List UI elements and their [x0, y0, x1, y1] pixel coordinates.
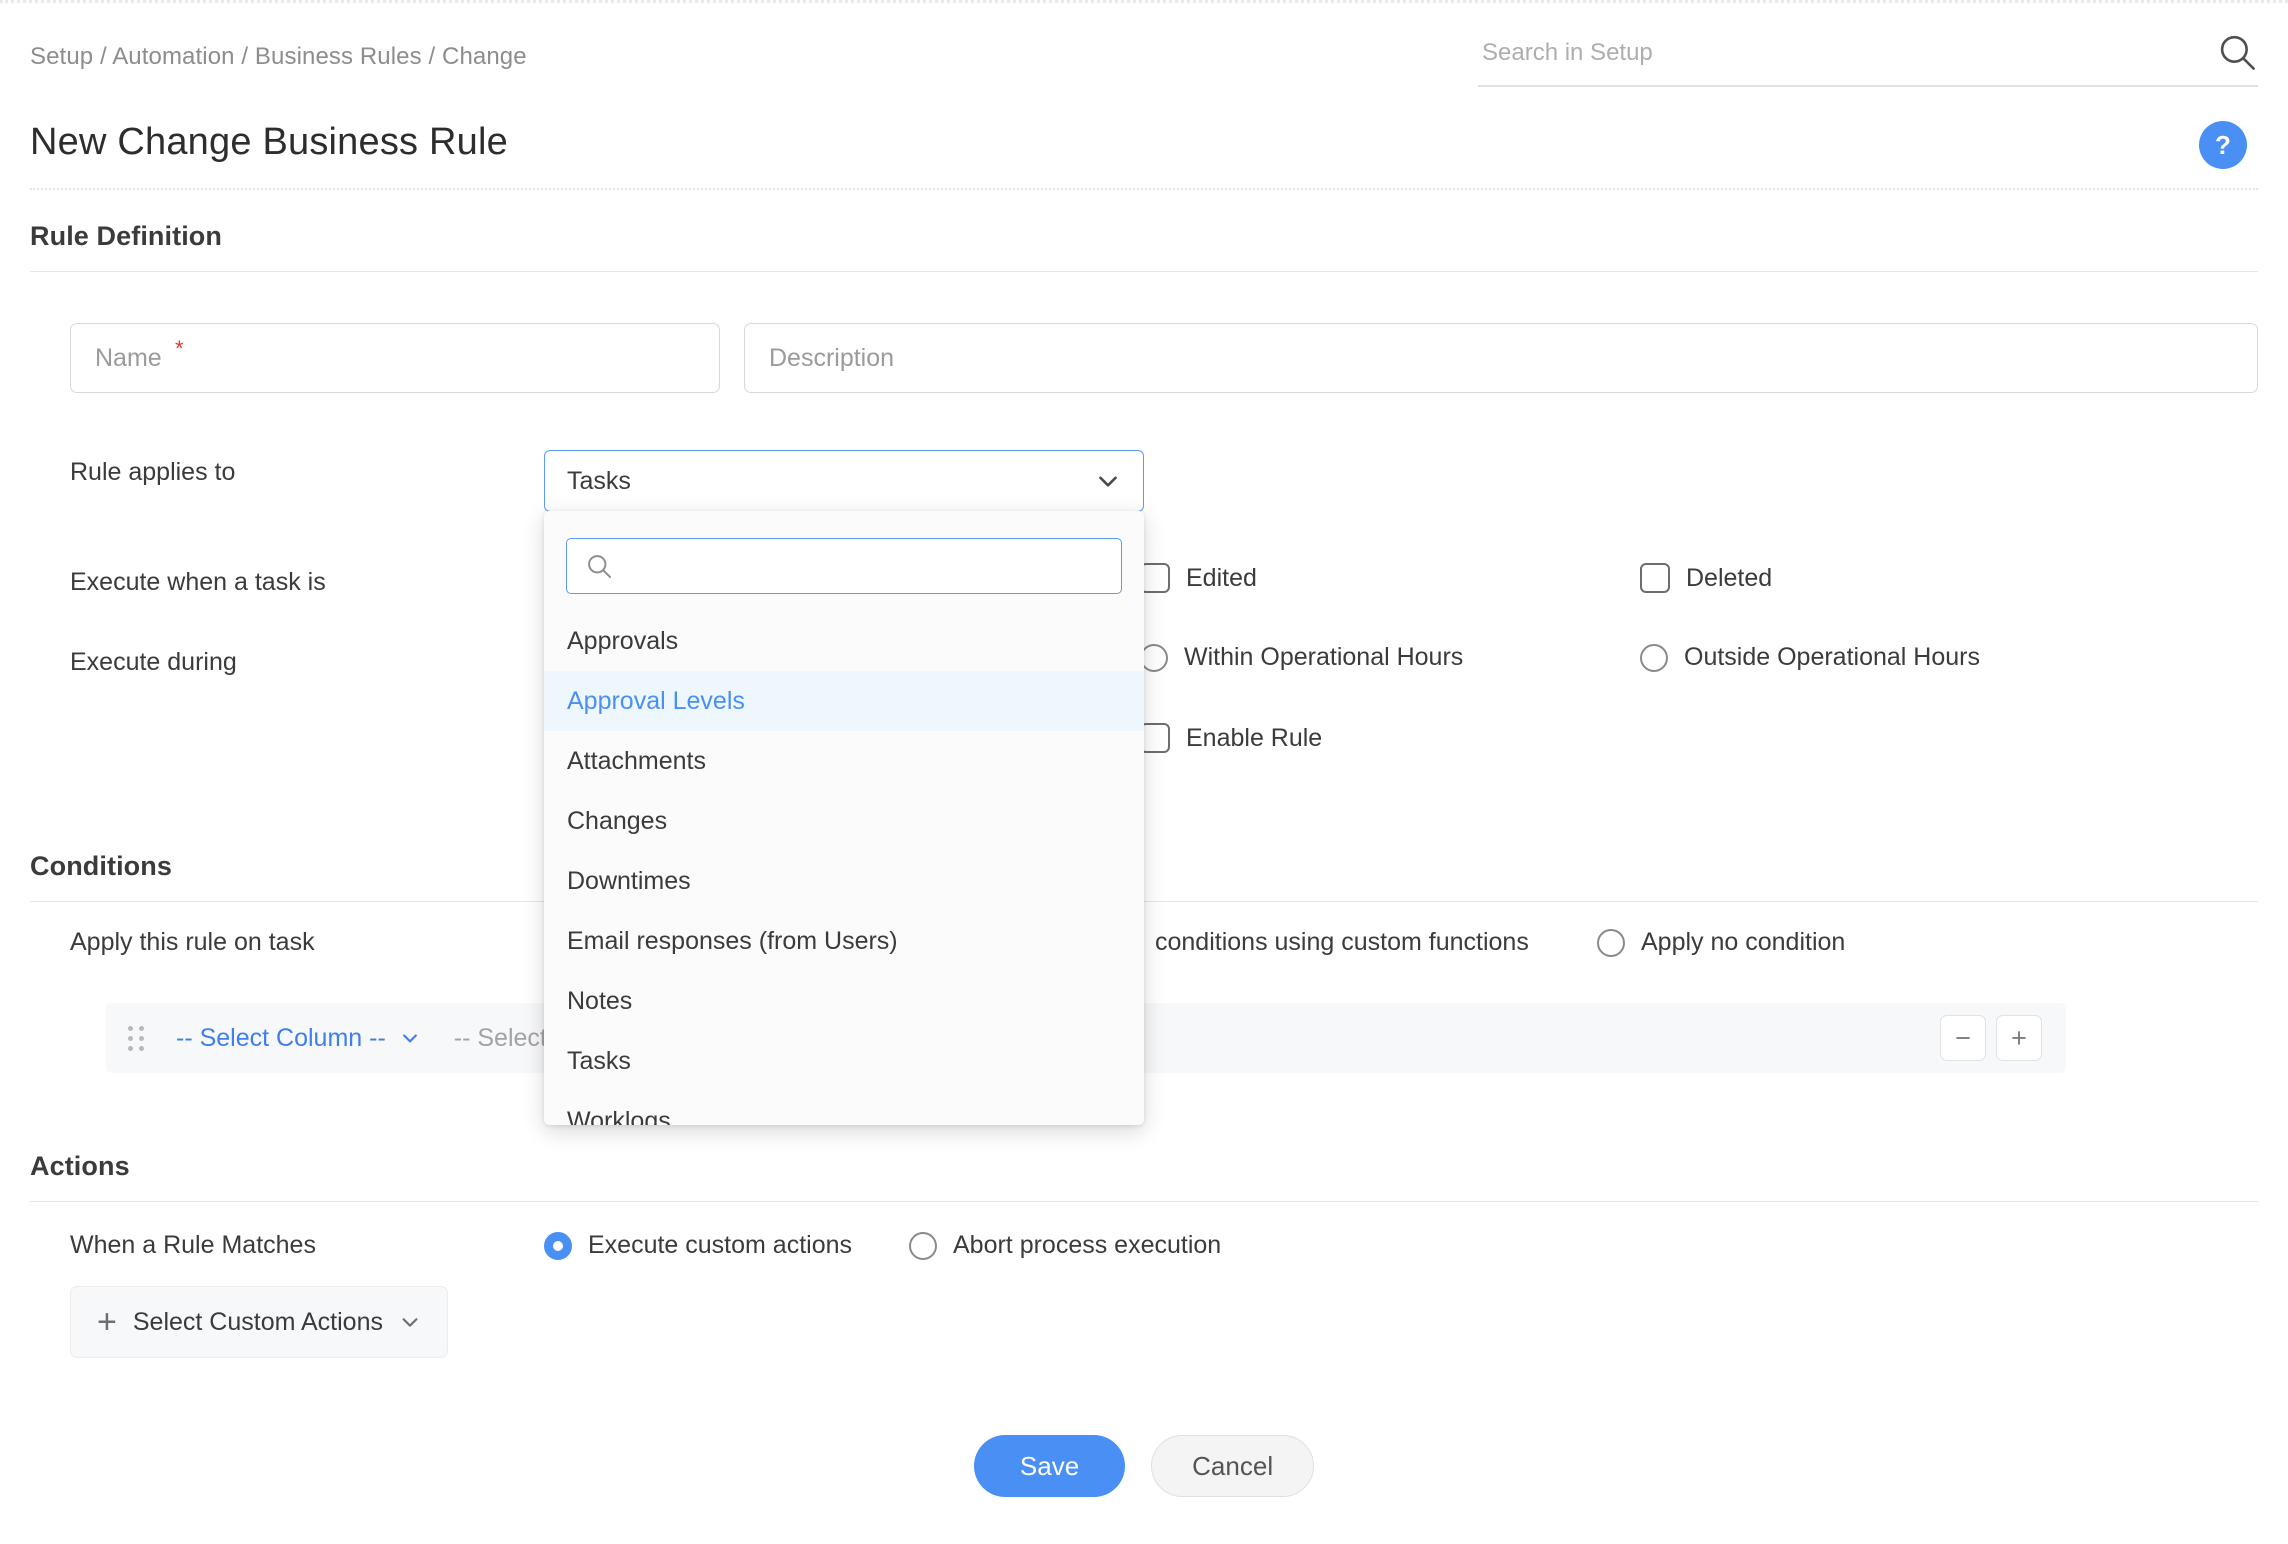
- rule-applies-to-value: Tasks: [567, 467, 1095, 496]
- dropdown-option[interactable]: Approval Levels: [544, 671, 1144, 731]
- radio-apply-no-condition[interactable]: Apply no condition: [1597, 928, 1845, 957]
- rule-applies-to-dropdown-panel: Approvals Approval Levels Attachments Chang…: [544, 511, 1144, 1125]
- apply-rule-on-task-label: Apply this rule on task: [70, 928, 315, 957]
- dropdown-option-label: Attachments: [567, 747, 706, 776]
- section-title-actions: Actions: [30, 1151, 130, 1182]
- drag-handle-icon[interactable]: [128, 1026, 148, 1051]
- checkbox-enable-rule-box[interactable]: [1140, 723, 1170, 753]
- description-field[interactable]: [744, 323, 2258, 393]
- chevron-down-icon: [1095, 468, 1121, 494]
- radio-execute-custom-actions-circle[interactable]: [544, 1232, 572, 1260]
- search-icon: [585, 552, 613, 580]
- rule-definition-divider: [30, 271, 2258, 272]
- checkbox-enable-rule-label: Enable Rule: [1186, 724, 1322, 753]
- dropdown-option-label: Tasks: [567, 1047, 631, 1076]
- section-title-rule-definition: Rule Definition: [30, 221, 222, 252]
- checkbox-deleted-label: Deleted: [1686, 564, 1772, 593]
- plus-icon: +: [97, 1305, 117, 1339]
- checkbox-edited[interactable]: Edited: [1140, 563, 1257, 593]
- section-title-conditions: Conditions: [30, 851, 172, 882]
- dropdown-option[interactable]: Notes: [544, 971, 1144, 1031]
- checkbox-deleted[interactable]: Deleted: [1640, 563, 1772, 593]
- rule-applies-to-select[interactable]: Tasks: [544, 450, 1144, 512]
- select-column-label: -- Select Column --: [176, 1024, 386, 1053]
- dropdown-option[interactable]: Worklogs: [544, 1091, 1144, 1125]
- when-rule-matches-label: When a Rule Matches: [70, 1231, 316, 1260]
- radio-execute-custom-actions[interactable]: Execute custom actions: [544, 1231, 852, 1260]
- radio-within-operational-hours-label: Within Operational Hours: [1184, 643, 1463, 672]
- name-field[interactable]: [70, 323, 720, 393]
- conditions-divider: [30, 901, 2258, 902]
- name-required-indicator: *: [175, 336, 184, 362]
- radio-apply-no-condition-label: Apply no condition: [1641, 928, 1845, 957]
- dropdown-option[interactable]: Approvals: [544, 611, 1144, 671]
- dropdown-search-input[interactable]: [623, 552, 1103, 580]
- chevron-down-icon: [399, 1311, 421, 1333]
- execute-when-label: Execute when a task is: [70, 568, 326, 597]
- dropdown-option[interactable]: Email responses (from Users): [544, 911, 1144, 971]
- select-custom-actions-label: Select Custom Actions: [133, 1308, 383, 1337]
- dropdown-option[interactable]: Attachments: [544, 731, 1144, 791]
- condition-row-buttons: − +: [1940, 1015, 2042, 1061]
- search-icon[interactable]: [2216, 31, 2258, 73]
- dropdown-option-label: Worklogs: [567, 1107, 671, 1126]
- search-input[interactable]: [1478, 39, 2178, 77]
- dropdown-option-label: Downtimes: [567, 867, 691, 896]
- dropdown-option[interactable]: Downtimes: [544, 851, 1144, 911]
- dropdown-option-label: Notes: [567, 987, 632, 1016]
- select-custom-actions-button[interactable]: + Select Custom Actions: [70, 1286, 448, 1358]
- save-button[interactable]: Save: [974, 1435, 1125, 1497]
- option-custom-functions-label: conditions using custom functions: [1155, 928, 1529, 957]
- actions-divider: [30, 1201, 2258, 1202]
- checkbox-edited-label: Edited: [1186, 564, 1257, 593]
- dropdown-option[interactable]: Tasks: [544, 1031, 1144, 1091]
- checkbox-edited-box[interactable]: [1140, 563, 1170, 593]
- breadcrumb[interactable]: Setup / Automation / Business Rules / Ch…: [30, 43, 527, 71]
- radio-outside-operational-hours[interactable]: Outside Operational Hours: [1640, 643, 1980, 672]
- radio-outside-operational-hours-label: Outside Operational Hours: [1684, 643, 1980, 672]
- setup-search: [1478, 31, 2258, 87]
- radio-abort-process-execution-label: Abort process execution: [953, 1231, 1221, 1260]
- dropdown-option-label: Changes: [567, 807, 667, 836]
- radio-within-operational-hours[interactable]: Within Operational Hours: [1140, 643, 1463, 672]
- footer-actions: Save Cancel: [0, 1435, 2288, 1497]
- header-divider: [30, 188, 2258, 190]
- radio-execute-custom-actions-label: Execute custom actions: [588, 1231, 852, 1260]
- radio-within-operational-hours-circle[interactable]: [1140, 644, 1168, 672]
- radio-outside-operational-hours-circle[interactable]: [1640, 644, 1668, 672]
- chevron-down-icon: [400, 1028, 420, 1048]
- page-title: New Change Business Rule: [30, 121, 508, 164]
- checkbox-enable-rule[interactable]: Enable Rule: [1140, 723, 1322, 753]
- execute-during-label: Execute during: [70, 648, 237, 677]
- checkbox-deleted-box[interactable]: [1640, 563, 1670, 593]
- select-column-dropdown[interactable]: -- Select Column --: [176, 1024, 420, 1053]
- rule-applies-to-label: Rule applies to: [70, 458, 235, 487]
- page-root: Setup / Automation / Business Rules / Ch…: [0, 0, 2288, 1544]
- help-button[interactable]: ?: [2199, 121, 2247, 169]
- dropdown-option-list: Approvals Approval Levels Attachments Chang…: [544, 611, 1144, 1125]
- add-condition-button[interactable]: +: [1996, 1015, 2042, 1061]
- radio-abort-process-execution-circle[interactable]: [909, 1232, 937, 1260]
- dropdown-option-label: Approvals: [567, 627, 678, 656]
- radio-apply-no-condition-circle[interactable]: [1597, 929, 1625, 957]
- dropdown-option-label: Email responses (from Users): [567, 927, 898, 956]
- cancel-button[interactable]: Cancel: [1151, 1435, 1314, 1497]
- dropdown-search-box[interactable]: [566, 538, 1122, 594]
- dropdown-option-label: Approval Levels: [567, 687, 745, 716]
- option-custom-functions[interactable]: conditions using custom functions: [1155, 928, 1529, 957]
- radio-abort-process-execution[interactable]: Abort process execution: [909, 1231, 1221, 1260]
- remove-condition-button[interactable]: −: [1940, 1015, 1986, 1061]
- dropdown-option[interactable]: Changes: [544, 791, 1144, 851]
